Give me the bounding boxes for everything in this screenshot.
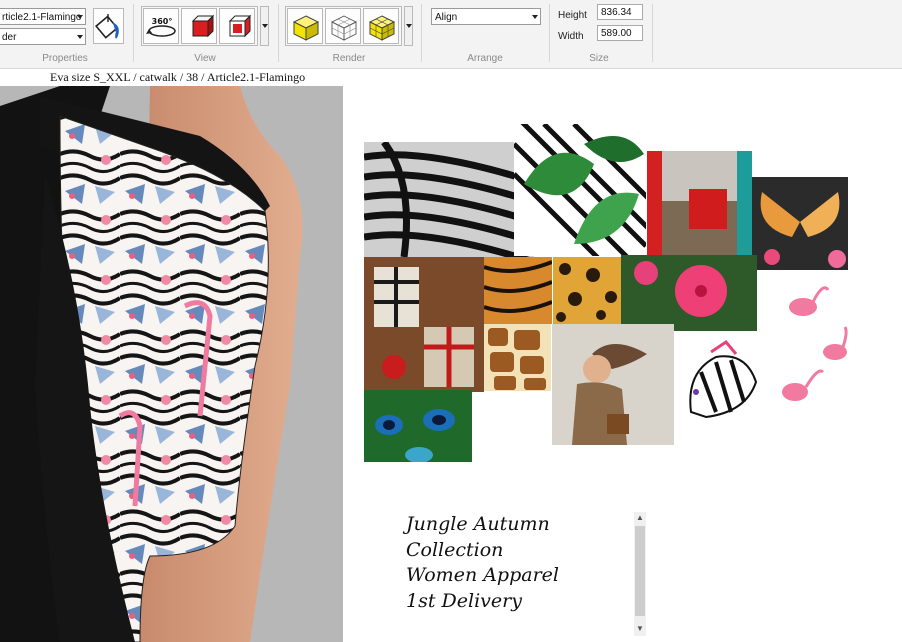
avatar-garment-render [0,86,343,642]
caption-line-3: Women Apparel [406,564,559,586]
render-dropdown-button[interactable] [404,6,413,46]
render-mode-combo[interactable]: der [0,28,86,45]
wireframe-render-button[interactable] [325,8,361,44]
rotate-360-icon: 360° [146,17,176,37]
dropdown-arrow-icon [262,24,268,28]
red-cube-solid-icon [191,14,215,38]
peacock-feather-photo[interactable] [364,390,472,462]
align-combo-value: Align [435,12,458,23]
article-combo[interactable]: rticle2.1-Flamingo [0,8,86,25]
paint-bucket-button[interactable] [93,8,124,44]
solid-view-button[interactable] [181,8,217,44]
transparent-view-button[interactable] [219,8,255,44]
size-group-label: Size [589,53,609,64]
arrange-group-label: Arrange [467,53,503,64]
align-combo[interactable]: Align [431,8,541,25]
chevron-down-icon [532,15,538,19]
flamingo-illustration[interactable] [773,272,850,430]
yellow-cube-grid-icon [368,15,396,41]
breadcrumb: Eva size S_XXL / catwalk / 38 / Article2… [50,70,306,84]
rotate-360-button[interactable]: 360° [143,8,179,44]
wireframe-cube-icon [330,15,358,41]
paint-bucket-icon [95,14,119,39]
ribbon-separator [278,4,279,62]
render-group-label: Render [332,53,366,64]
red-bag-photo[interactable] [647,151,752,255]
zebra-illustration[interactable] [676,332,771,428]
caption-scrollbar[interactable]: ▲ ▼ [634,512,646,636]
ribbon-separator [652,4,653,62]
render-mode-value: der [2,32,17,43]
moodboard-collage[interactable] [360,120,852,465]
rotate-360-text: 360° [152,17,173,26]
ribbon-separator [133,4,134,62]
leopard-print-tile[interactable] [553,257,621,324]
ribbon-toolbar: rticle2.1-Flamingo der Properties 360° V… [0,0,902,69]
mesh-render-button[interactable] [363,8,399,44]
woven-bags-photo[interactable] [364,257,484,392]
scroll-down-icon[interactable]: ▼ [636,624,644,634]
caption-line-1: Jungle Autumn [406,513,550,535]
ribbon-separator [421,4,422,62]
article-combo-value: rticle2.1-Flamingo [2,12,82,23]
hibiscus-flower-photo[interactable] [621,255,757,331]
dropdown-arrow-icon [406,24,412,28]
properties-group-label: Properties [42,53,88,64]
zebra-photo[interactable] [364,142,534,257]
caption-line-2: Collection [406,538,504,561]
view-dropdown-button[interactable] [260,6,269,46]
chevron-down-icon [77,35,83,39]
width-label: Width [558,31,584,42]
scroll-up-icon[interactable]: ▲ [636,513,644,523]
scrollbar-thumb[interactable] [635,526,645,616]
caption-line-4: 1st Delivery [406,589,522,612]
width-input[interactable]: 589.00 [597,25,643,41]
yellow-cube-solid-icon [292,15,320,41]
chevron-down-icon [77,15,83,19]
butterfly-photo[interactable] [752,177,848,270]
shaded-render-button[interactable] [287,8,323,44]
collection-caption: Jungle Autumn Collection Women Apparel 1… [406,512,559,614]
palm-leaf-pattern[interactable] [514,124,646,256]
giraffe-print-tile[interactable] [484,324,551,391]
height-input[interactable]: 836.34 [597,4,643,20]
height-label: Height [558,10,587,21]
3d-garment-viewport[interactable] [0,86,343,642]
tiger-print-tile[interactable] [484,257,552,324]
red-cube-wire-icon [228,14,252,38]
view-group-label: View [194,53,216,64]
woman-fashion-photo[interactable] [552,324,674,445]
